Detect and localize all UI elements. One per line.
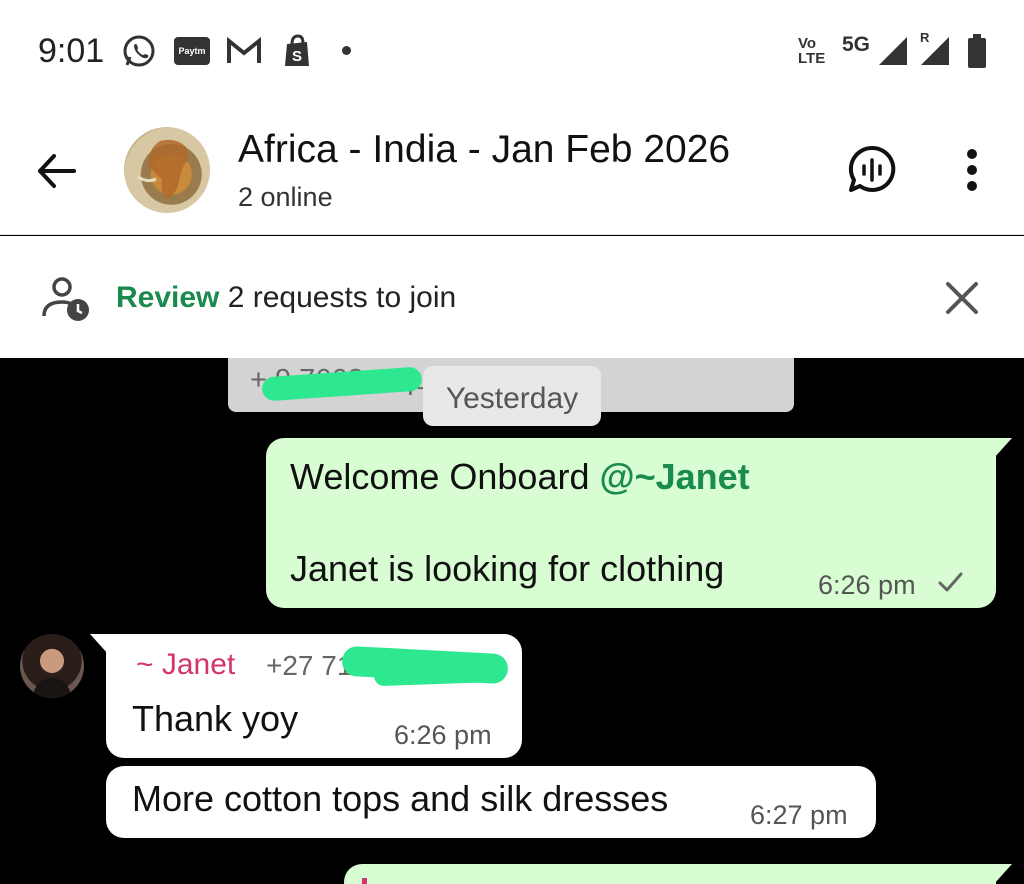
message-time: 6:27 pm [750, 800, 848, 830]
message-bubble-incoming[interactable]: More cotton tops and silk dresses 6:27 p… [106, 766, 876, 838]
voice-chat-icon[interactable] [846, 144, 898, 196]
message-time: 6:26 pm [394, 720, 492, 750]
message-bubble-incoming[interactable]: ~ Janet +27 71 Thank yoy 6:26 pm [90, 634, 522, 758]
group-avatar[interactable] [124, 127, 210, 213]
shopify-icon: S [282, 32, 312, 70]
quoted-reply-bar [362, 878, 367, 884]
notification-dot-icon [342, 46, 351, 55]
banner-message: Review 2 requests to join [116, 281, 456, 315]
sender-name[interactable]: ~ Janet [136, 648, 235, 682]
date-divider: Yesterday [423, 366, 601, 426]
sent-check-icon [936, 568, 964, 596]
group-title[interactable]: Africa - India - Jan Feb 2026 [238, 128, 730, 172]
signal-roaming-icon [918, 32, 952, 70]
status-time: 9:01 [38, 32, 105, 70]
volte-top: Vo [798, 35, 817, 52]
mention-link[interactable]: @~Janet [599, 456, 749, 497]
network-type: 5G [842, 33, 871, 56]
back-arrow-icon[interactable] [30, 144, 84, 198]
message-text-line2: Janet is looking for clothing [290, 548, 725, 589]
join-requests-banner[interactable]: Review 2 requests to join [0, 236, 1024, 358]
online-status: 2 online [238, 182, 333, 212]
volte-bottom: LTE [798, 50, 826, 67]
person-clock-icon [40, 276, 90, 322]
chat-area[interactable]: + 9 7668 requested to join. Yesterday We… [0, 358, 1024, 884]
more-vert-icon[interactable] [952, 144, 992, 196]
message-text: Thank yoy [132, 698, 299, 739]
volte-indicator: Vo LTE [798, 36, 825, 66]
message-text: Welcome Onboard @~Janet [290, 456, 750, 498]
sender-phone: +27 71 [266, 650, 353, 681]
chat-header: Africa - India - Jan Feb 2026 2 online [0, 100, 1024, 235]
date-label: Yesterday [445, 382, 579, 415]
status-bar: 9:01 Paytm S Vo LTE 5G R [0, 0, 1024, 100]
review-link[interactable]: Review [116, 281, 219, 314]
message-text: More cotton tops and silk dresses [132, 778, 669, 819]
message-time: 6:26 pm [818, 570, 916, 600]
paytm-label: Paytm [174, 37, 210, 65]
signal-icon [876, 32, 910, 70]
banner-text: 2 requests to join [219, 281, 457, 314]
svg-text:S: S [292, 48, 302, 65]
close-icon[interactable] [940, 276, 984, 320]
message-bubble-outgoing[interactable] [344, 864, 1012, 884]
avatar[interactable] [20, 634, 84, 698]
gmail-icon [226, 32, 262, 70]
message-bubble-outgoing[interactable]: Welcome Onboard @~Janet Janet is looking… [266, 438, 1012, 608]
paytm-icon: Paytm [174, 32, 210, 70]
message-text-line1: Welcome Onboard [290, 456, 600, 497]
whatsapp-icon [120, 32, 158, 70]
battery-icon [966, 32, 988, 70]
